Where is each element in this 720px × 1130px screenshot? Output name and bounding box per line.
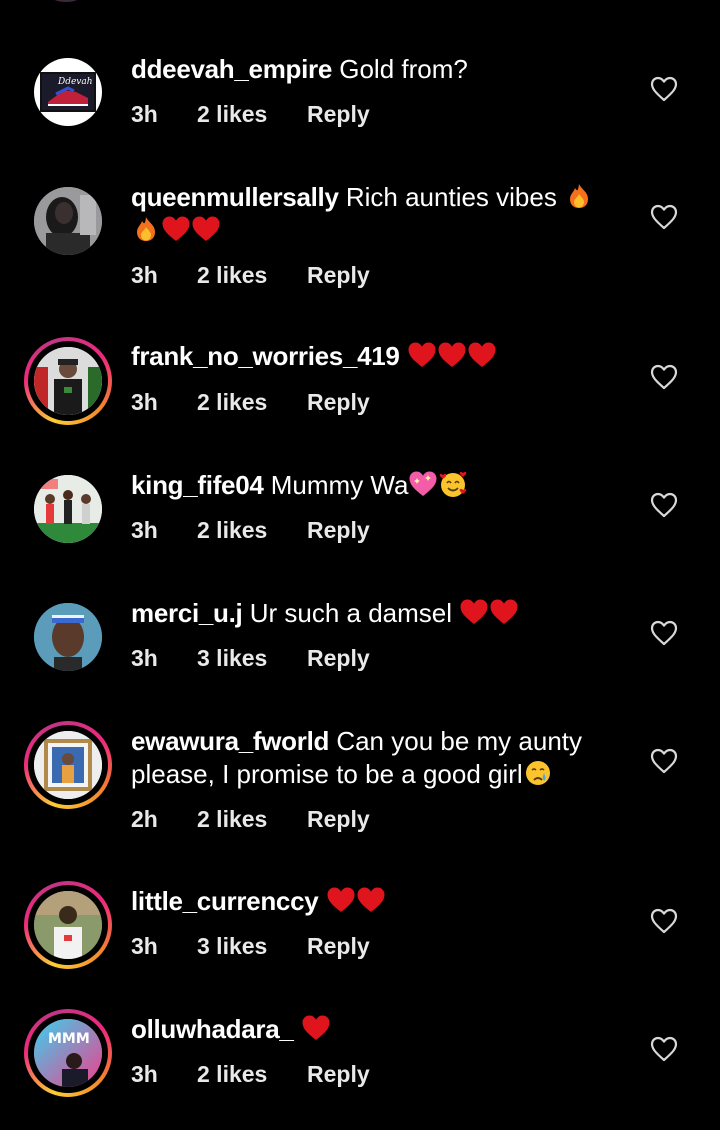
heart-outline-icon[interactable]: [650, 76, 678, 102]
comment-time: 3h: [131, 101, 158, 127]
reply-button[interactable]: Reply: [307, 389, 370, 416]
red-heart-emoji: [489, 598, 519, 626]
avatar[interactable]: [24, 465, 112, 553]
comment-username[interactable]: king_fife04: [131, 470, 264, 500]
avatar[interactable]: [24, 881, 112, 969]
reply-button[interactable]: Reply: [307, 806, 370, 833]
comment-likes[interactable]: 2 likes: [197, 517, 267, 544]
comment-time: 3h: [131, 517, 158, 543]
reply-button[interactable]: Reply: [307, 933, 370, 960]
comment-time: 3h: [131, 645, 158, 671]
crying-face-emoji: [523, 759, 553, 787]
smiling-face-with-hearts-emoji: [438, 470, 468, 498]
avatar[interactable]: Ddevah: [24, 48, 112, 136]
reply-button[interactable]: Reply: [307, 1061, 370, 1088]
comment-time: 3h: [131, 262, 158, 288]
person-avatar: MMM: [34, 1019, 102, 1087]
comment-username[interactable]: olluwhadara_: [131, 1014, 294, 1044]
comment-content: merci_u.j Ur such a damsel: [131, 597, 621, 630]
svg-text:Ddevah: Ddevah: [57, 77, 93, 87]
fire-emoji: [131, 215, 161, 243]
comment-likes[interactable]: 2 likes: [197, 101, 267, 128]
comment-text: [301, 1014, 331, 1044]
comment-content: frank_no_worries_419: [131, 340, 621, 373]
comment-text: Ur such a damsel: [250, 598, 520, 628]
logo-avatar: Ddevah: [34, 58, 102, 126]
comment-time: 3h: [131, 1061, 158, 1087]
heart-outline-icon[interactable]: [650, 204, 678, 230]
comment-text: Gold from?: [339, 54, 468, 84]
red-heart-emoji: [356, 886, 386, 914]
red-heart-emoji: [326, 886, 356, 914]
comment-username[interactable]: ewawura_fworld: [131, 726, 329, 756]
heart-outline-icon[interactable]: [650, 364, 678, 390]
person-avatar: [34, 187, 102, 255]
comment-time: 3h: [131, 389, 158, 415]
comment-likes[interactable]: 3 likes: [197, 933, 267, 960]
comment-time: 3h: [131, 933, 158, 959]
red-heart-emoji: [467, 341, 497, 369]
comment-likes[interactable]: 2 likes: [197, 262, 267, 289]
comment-username[interactable]: merci_u.j: [131, 598, 243, 628]
comment-username[interactable]: frank_no_worries_419: [131, 341, 400, 371]
fire-emoji: [564, 182, 594, 210]
comment-username[interactable]: ddeevah_empire: [131, 54, 332, 84]
comment-username[interactable]: queenmullersally: [131, 182, 339, 212]
heart-outline-icon[interactable]: [650, 1036, 678, 1062]
red-heart-emoji: [191, 215, 221, 243]
svg-text:MMM: MMM: [48, 1031, 90, 1047]
avatar[interactable]: [24, 721, 112, 809]
red-heart-emoji: [161, 215, 191, 243]
comment-text: [407, 341, 497, 371]
comment-time: 2h: [131, 806, 158, 832]
comment-likes[interactable]: 2 likes: [197, 1061, 267, 1088]
comment-content: ewawura_fworld Can you be my aunty pleas…: [131, 725, 621, 791]
person-avatar: [34, 891, 102, 959]
reply-button[interactable]: Reply: [307, 645, 370, 672]
heart-outline-icon[interactable]: [650, 620, 678, 646]
person-avatar: [34, 603, 102, 671]
red-heart-emoji: [459, 598, 489, 626]
comment-content: ddeevah_empire Gold from?: [131, 53, 621, 86]
red-heart-emoji: [301, 1014, 331, 1042]
heart-outline-icon[interactable]: [650, 492, 678, 518]
comment-text: Mummy Wa: [271, 470, 469, 500]
comment-content: king_fife04 Mummy Wa: [131, 469, 621, 502]
person-avatar: [34, 475, 102, 543]
comment-content: queenmullersally Rich aunties vibes: [131, 181, 621, 247]
comment-likes[interactable]: 2 likes: [197, 389, 267, 416]
avatar[interactable]: MMM: [24, 1009, 112, 1097]
heart-outline-icon[interactable]: [650, 908, 678, 934]
avatar[interactable]: [24, 337, 112, 425]
previous-comment-avatar-edge: [52, 0, 80, 2]
sparkling-heart-emoji: [408, 470, 438, 498]
red-heart-emoji: [407, 341, 437, 369]
heart-outline-icon[interactable]: [650, 748, 678, 774]
comment-username[interactable]: little_currenccy: [131, 886, 319, 916]
reply-button[interactable]: Reply: [307, 262, 370, 289]
comment-content: little_currenccy: [131, 885, 621, 918]
avatar[interactable]: [24, 593, 112, 681]
person-avatar: [34, 731, 102, 799]
red-heart-emoji: [437, 341, 467, 369]
reply-button[interactable]: Reply: [307, 101, 370, 128]
person-avatar: [34, 347, 102, 415]
comment-likes[interactable]: 3 likes: [197, 645, 267, 672]
avatar[interactable]: [24, 177, 112, 265]
comment-content: olluwhadara_: [131, 1013, 621, 1046]
reply-button[interactable]: Reply: [307, 517, 370, 544]
comment-likes[interactable]: 2 likes: [197, 806, 267, 833]
comment-text: [326, 886, 386, 916]
